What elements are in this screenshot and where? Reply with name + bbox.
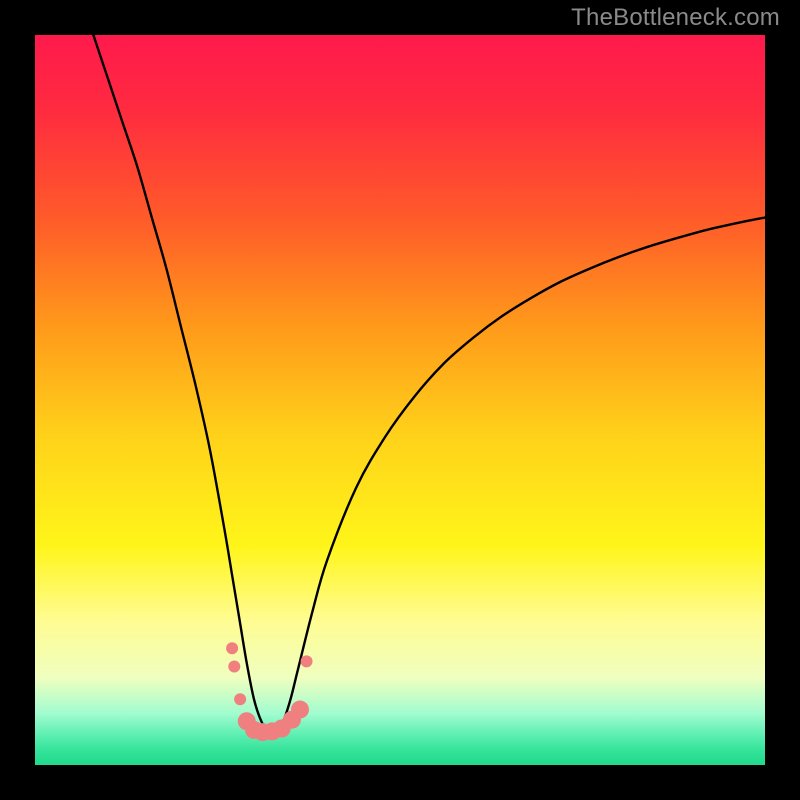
plot-area [35,35,765,765]
highlight-dot [301,655,313,667]
highlight-dot [234,693,246,705]
highlight-dot [226,642,238,654]
watermark-label: TheBottleneck.com [571,4,780,32]
highlight-dot [291,701,309,719]
highlight-dot [228,660,240,672]
chart-svg [35,35,765,765]
chart-container: TheBottleneck.com [0,0,800,800]
gradient-background [35,35,765,765]
